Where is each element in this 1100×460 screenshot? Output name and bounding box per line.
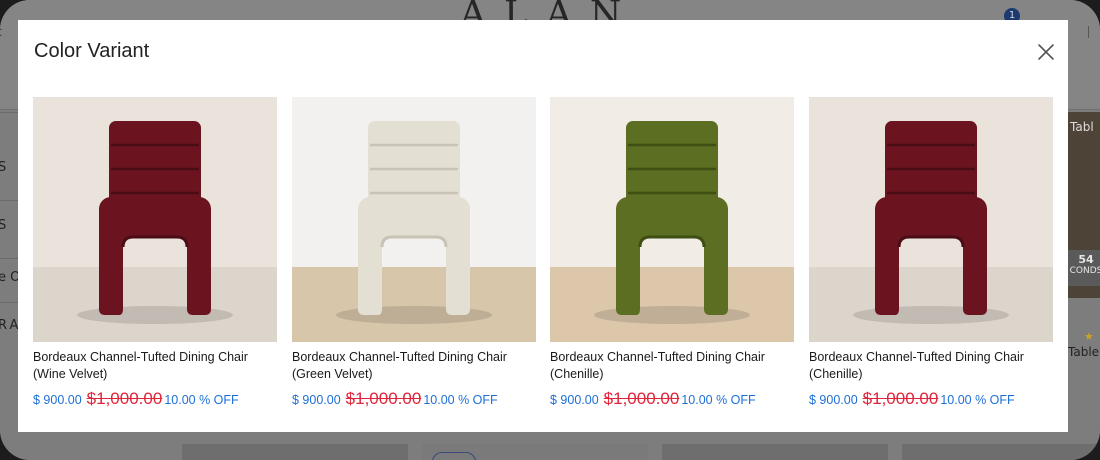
chair-photo	[33, 97, 277, 342]
price-row: $ 900.00 $1,000.00 10.00 % OFF	[550, 389, 756, 409]
price-row: $ 900.00 $1,000.00 10.00 % OFF	[33, 389, 239, 409]
variant-list: Bordeaux Channel-Tufted Dining Chair (Wi…	[33, 97, 1063, 417]
variant-card-1[interactable]: Bordeaux Channel-Tufted Dining Chair (Wi…	[33, 97, 277, 417]
photo-floor	[33, 267, 277, 342]
product-image[interactable]	[292, 97, 536, 342]
header-divider	[1088, 26, 1089, 38]
sidebar-divider	[0, 302, 20, 303]
original-price: $1,000.00	[603, 389, 680, 408]
star-icon: ★	[1084, 330, 1094, 343]
photo-floor	[292, 267, 536, 342]
variant-card-2[interactable]: Bordeaux Channel-Tufted Dining Chair (Gr…	[292, 97, 536, 417]
timer-value: 54	[1078, 253, 1094, 266]
close-icon[interactable]	[1034, 40, 1058, 64]
sidebar-divider	[0, 112, 20, 113]
product-name[interactable]: Bordeaux Channel-Tufted Dining Chair (Gr…	[292, 349, 542, 383]
background-card	[902, 444, 1100, 460]
original-price: $1,000.00	[86, 389, 163, 408]
background-product-title: Table	[1068, 345, 1100, 359]
discount-label: 10.00 % OFF	[164, 393, 239, 407]
color-variant-modal: Color Variant Bordeaux Channel-Tufted Di…	[18, 20, 1068, 432]
photo-floor	[550, 267, 794, 342]
product-image[interactable]	[809, 97, 1053, 342]
sale-price: $ 900.00	[292, 393, 341, 407]
price-row: $ 900.00 $1,000.00 10.00 % OFF	[809, 389, 1015, 409]
price-row: $ 900.00 $1,000.00 10.00 % OFF	[292, 389, 498, 409]
sidebar-divider	[0, 258, 20, 259]
sidebar-divider	[0, 200, 20, 201]
photo-floor	[809, 267, 1053, 342]
sidebar-fragment-1: S	[0, 160, 7, 175]
timer-unit: CONDS	[1069, 266, 1100, 276]
chair-photo	[292, 97, 536, 342]
discount-label: 10.00 % OFF	[681, 393, 756, 407]
background-card	[182, 444, 408, 460]
product-name[interactable]: Bordeaux Channel-Tufted Dining Chair (Wi…	[33, 349, 283, 383]
product-name[interactable]: Bordeaux Channel-Tufted Dining Chair (Ch…	[809, 349, 1059, 383]
product-name[interactable]: Bordeaux Channel-Tufted Dining Chair (Ch…	[550, 349, 800, 383]
chair-photo	[550, 97, 794, 342]
sale-price: $ 900.00	[809, 393, 858, 407]
background-product-label: Tabl	[1070, 120, 1094, 134]
sidebar-fragment-2: S	[0, 218, 7, 233]
variant-card-4[interactable]: Bordeaux Channel-Tufted Dining Chair (Ch…	[809, 97, 1053, 417]
chair-photo	[809, 97, 1053, 342]
sale-price: $ 900.00	[33, 393, 82, 407]
product-image[interactable]	[33, 97, 277, 342]
background-card	[662, 444, 888, 460]
screen-frame: rc ALAN 1 S S e O RA Tabl 54 CONDS ★ Tab…	[0, 0, 1100, 460]
original-price: $1,000.00	[862, 389, 939, 408]
background-timer: 54 CONDS	[1066, 250, 1100, 286]
discount-label: 10.00 % OFF	[940, 393, 1015, 407]
discount-label: 10.00 % OFF	[423, 393, 498, 407]
original-price: $1,000.00	[345, 389, 422, 408]
variant-card-3[interactable]: Bordeaux Channel-Tufted Dining Chair (Ch…	[550, 97, 794, 417]
background-tag	[432, 452, 476, 460]
sale-price: $ 900.00	[550, 393, 599, 407]
modal-title: Color Variant	[34, 40, 150, 62]
product-image[interactable]	[550, 97, 794, 342]
